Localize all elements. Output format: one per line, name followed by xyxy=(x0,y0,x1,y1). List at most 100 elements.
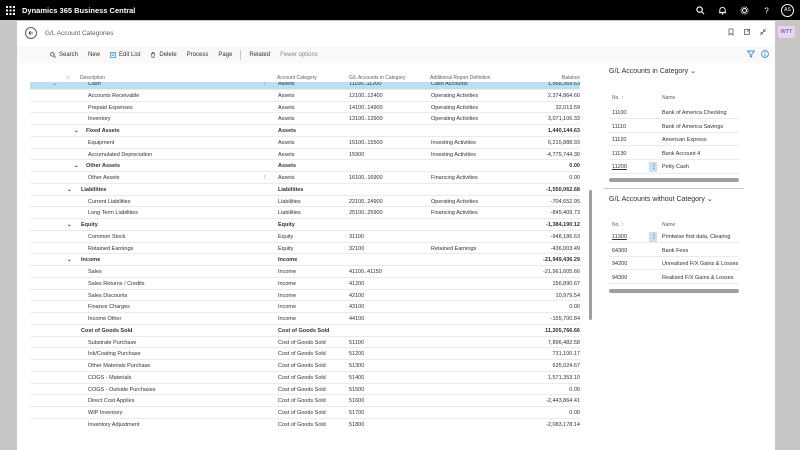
chevron-down-icon[interactable]: ⌄ xyxy=(67,222,72,228)
table-row[interactable]: Income Other Income 44100 -155,700.84 xyxy=(30,313,580,325)
account-no[interactable]: 11300 xyxy=(612,234,627,240)
col-description[interactable]: Description xyxy=(80,75,105,81)
company-badge[interactable]: WTT xyxy=(778,26,795,38)
list-item[interactable]: 94200 Unrealized F/X Gains & Losses xyxy=(609,258,739,271)
fewer-options-button[interactable]: Fewer options xyxy=(275,46,323,63)
table-row[interactable]: ⌄ Equity Equity -1,384,190.12 xyxy=(30,219,580,231)
chevron-down-icon[interactable]: ⌄ xyxy=(67,187,72,193)
account-no[interactable]: 11130 xyxy=(612,151,626,157)
cell-balance[interactable]: 6,215,888.93 xyxy=(490,140,580,146)
app-launcher-icon[interactable] xyxy=(0,0,20,20)
row-menu-icon[interactable]: ⋮ xyxy=(262,82,268,87)
col-balance[interactable]: Balance xyxy=(490,75,580,81)
table-row[interactable]: COGS - Materials Cost of Goods Sold 51400 1… xyxy=(30,372,580,384)
table-row[interactable]: Sales Discounts Income 42100 10,979.54 xyxy=(30,290,580,302)
delete-button[interactable]: Delete xyxy=(145,46,181,63)
page-menu[interactable]: Page xyxy=(213,46,237,63)
open-new-window-icon[interactable] xyxy=(743,28,751,38)
table-row[interactable]: Direct Cost Applies Cost of Goods Sold 516… xyxy=(30,395,580,408)
table-row[interactable]: WIP Inventory Cost of Goods Sold 51700 0.00 xyxy=(30,407,580,419)
table-row[interactable]: Inventory Adjustment Cost of Goods Sold 51… xyxy=(30,419,580,429)
cell-balance[interactable]: 156,890.67 xyxy=(490,281,580,287)
chevron-down-icon[interactable]: ⌄ xyxy=(74,128,79,134)
list-item[interactable]: 64300 Bank Fees xyxy=(609,245,739,257)
bookmark-icon[interactable] xyxy=(727,28,735,38)
panel-in-col-name[interactable]: Name xyxy=(662,95,675,101)
panel-in-col-no[interactable]: No. ↑ xyxy=(612,95,624,101)
cell-balance[interactable]: -21,949,436.29 xyxy=(490,257,580,263)
list-item[interactable]: 11120 American Express xyxy=(609,134,739,147)
list-item[interactable]: 11130 Bank Account 4 xyxy=(609,148,739,160)
cell-balance[interactable]: 10,979.54 xyxy=(490,293,580,299)
cell-balance[interactable]: -155,700.84 xyxy=(490,316,580,322)
account-no[interactable]: 64300 xyxy=(612,248,627,254)
related-menu[interactable]: Related xyxy=(244,46,275,63)
table-row[interactable]: Long Term Liabilities Liabilities 25100..2… xyxy=(30,207,580,220)
col-account-category[interactable]: Account Category xyxy=(277,75,317,81)
table-row[interactable]: COGS - Outside Purchases Cost of Goods So… xyxy=(30,384,580,396)
account-no[interactable]: 11200 xyxy=(612,164,627,170)
table-row[interactable]: ⌄ Fixed Assets Assets 1,440,144.63 xyxy=(30,125,580,137)
row-menu-icon[interactable]: ⋮ xyxy=(262,175,268,181)
table-row[interactable]: Accounts Receivable Assets 12100..12400 Ope… xyxy=(30,90,580,102)
cell-balance[interactable]: -948,186.63 xyxy=(490,234,580,240)
cell-balance[interactable]: -1,384,190.12 xyxy=(490,222,580,228)
list-item[interactable]: 94300 Realized F/X Gains & Losses xyxy=(609,272,739,284)
panel-in-scrollbar[interactable] xyxy=(609,178,739,182)
list-item[interactable]: 11200 ⋮ Petty Cash xyxy=(609,161,739,174)
table-row[interactable]: Inventory Assets 13100..13900 Operating Act… xyxy=(30,113,580,126)
chevron-down-icon[interactable]: ⌄ xyxy=(67,257,72,263)
account-no[interactable]: 11120 xyxy=(612,137,626,143)
back-button[interactable] xyxy=(25,27,37,39)
account-no[interactable]: 94300 xyxy=(612,275,627,281)
account-no[interactable]: 94200 xyxy=(612,261,627,267)
table-row[interactable]: Equipment Assets 15100..15500 Investing Act… xyxy=(30,137,580,149)
table-row[interactable]: Ink/Coating Purchase Cost of Goods Sold 51… xyxy=(30,348,580,361)
table-row[interactable]: ⌄ Other Assets Assets 0.00 xyxy=(30,160,580,173)
cell-balance[interactable]: 0.00 xyxy=(490,304,580,310)
table-row[interactable]: Sales Income 41100..41150 -21,961,605.66 xyxy=(30,266,580,278)
new-button[interactable]: New xyxy=(83,46,105,63)
col-gl-accounts[interactable]: G/L Accounts in Category xyxy=(349,75,406,81)
cell-balance[interactable]: 2,374,864.60 xyxy=(490,93,580,99)
cell-balance[interactable]: -436,003.49 xyxy=(490,246,580,252)
filter-icon[interactable] xyxy=(746,50,756,60)
account-no[interactable]: 11100 xyxy=(612,110,626,116)
list-item[interactable]: 11100 Bank of America Checking xyxy=(609,107,739,120)
panel-out-col-no[interactable]: No. ↑ xyxy=(612,222,624,228)
edit-list-button[interactable]: Edit List xyxy=(105,46,145,63)
cell-balance[interactable]: 1,571,353.10 xyxy=(490,375,580,381)
cell-balance[interactable]: 0.00 xyxy=(490,387,580,393)
table-row[interactable]: Prepaid Expenses Assets 14100..14900 Operat… xyxy=(30,102,580,114)
row-menu-icon[interactable]: ⋮ xyxy=(649,162,657,173)
cell-balance[interactable]: -2,083,178.14 xyxy=(490,422,580,428)
table-row[interactable]: Sales Returns / Credits Income 41200 156,89… xyxy=(30,278,580,290)
cell-balance[interactable]: 7,896,482.58 xyxy=(490,340,580,346)
list-item[interactable]: 11110 Bank of America Savings xyxy=(609,121,739,133)
cell-balance[interactable]: -704,652.95 xyxy=(490,199,580,205)
table-row[interactable]: Other Materials Purchase Cost of Goods So… xyxy=(30,360,580,372)
panel-out-scrollbar[interactable] xyxy=(609,289,739,293)
panel-out-title[interactable]: G/L Accounts without Category ⌄ xyxy=(609,195,745,204)
cell-balance[interactable]: 0.00 xyxy=(490,175,580,181)
table-row[interactable]: ⌄ Income Income -21,949,436.29 xyxy=(30,254,580,267)
cell-balance[interactable]: -1,550,062.68 xyxy=(490,187,580,193)
collapse-icon[interactable] xyxy=(759,28,767,38)
chevron-down-icon[interactable]: ⌄ xyxy=(74,163,79,169)
table-row[interactable]: Substrate Purchase Cost of Goods Sold 5110… xyxy=(30,337,580,349)
table-row[interactable]: → Cash Assets 11100..11200 Cash Accounts ⋮ 1,5… xyxy=(30,82,580,90)
table-row[interactable]: Accumulated Depreciation Assets 15900 Inves… xyxy=(30,149,580,161)
cell-balance[interactable]: -845,409.73 xyxy=(490,210,580,216)
cell-balance[interactable]: 731,100.17 xyxy=(490,351,580,357)
cell-balance[interactable]: 32,013.59 xyxy=(490,105,580,111)
cell-balance[interactable]: 1,568,369.63 xyxy=(490,82,580,87)
avatar[interactable]: AS xyxy=(781,3,794,17)
table-row[interactable]: Retained Earnings Equity 32100 Retained Ear… xyxy=(30,243,580,255)
info-icon[interactable] xyxy=(761,50,769,60)
list-item[interactable]: 11300 ⋮ Printwise first data, Clearing xyxy=(609,231,739,244)
table-row[interactable]: Finance Charges Income 43100 0.00 xyxy=(30,301,580,314)
cell-balance[interactable]: -21,961,605.66 xyxy=(490,269,580,275)
process-menu[interactable]: Process xyxy=(182,46,214,63)
table-row[interactable]: Current Liabilities Liabilities 22100..249… xyxy=(30,196,580,208)
cell-balance[interactable]: 1,440,144.63 xyxy=(490,128,580,134)
